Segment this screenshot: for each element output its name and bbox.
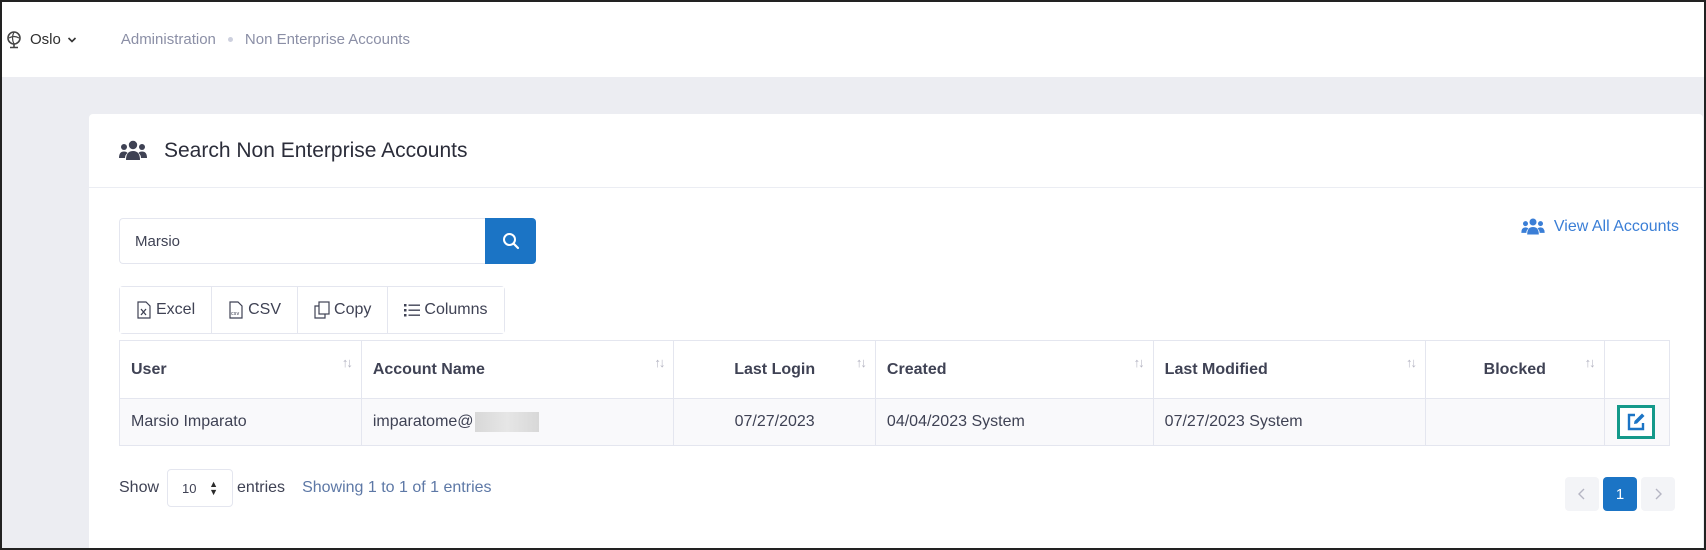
edit-button[interactable]: [1616, 405, 1655, 439]
csv-button[interactable]: csv CSV: [212, 287, 299, 333]
table-info: Showing 1 to 1 of 1 entries: [302, 479, 492, 496]
breadcrumb: Administration Non Enterprise Accounts: [121, 31, 410, 48]
column-header-last-login[interactable]: Last Login ↑↓: [673, 340, 876, 399]
column-header-created[interactable]: Created ↑↓: [874, 340, 1154, 399]
sort-icon: ↑↓: [855, 355, 867, 370]
export-toolbar: Excel csv CSV Copy Columns: [119, 286, 505, 334]
cell-last-modified: 07/27/2023 System: [1152, 398, 1426, 446]
search-button[interactable]: [485, 218, 536, 264]
view-all-label: View All Accounts: [1553, 218, 1679, 235]
columns-button[interactable]: Columns: [388, 287, 504, 333]
cell-actions: [1603, 398, 1671, 446]
accounts-table: User ↑↓ Account Name ↑↓ Last Login ↑↓ Creat…: [119, 340, 1671, 446]
copy-label: Copy: [334, 301, 372, 318]
users-icon: [1521, 218, 1545, 235]
globe-icon: [7, 30, 21, 48]
excel-label: Excel: [156, 301, 196, 318]
app-window: Oslo Administration Non Enterprise Accou…: [0, 0, 1706, 550]
search-card: Search Non Enterprise Accounts View All …: [89, 114, 1703, 548]
sort-icon: ↑↓: [341, 355, 353, 370]
copy-button[interactable]: Copy: [298, 287, 389, 333]
pagination: 1: [1561, 477, 1675, 511]
sort-icon: ↑↓: [1405, 355, 1417, 370]
chevron-down-icon: [67, 36, 76, 43]
page-button-current[interactable]: 1: [1603, 477, 1637, 511]
svg-text:csv: csv: [231, 311, 239, 317]
account-name-text: imparatome@: [372, 413, 474, 431]
table-row: Marsio Imparato imparatome@ 07/27/2023 0…: [119, 398, 1671, 446]
csv-label: CSV: [248, 301, 282, 318]
column-header-account-name[interactable]: Account Name ↑↓: [360, 340, 675, 399]
csv-file-icon: csv: [229, 301, 243, 319]
page-length-select[interactable]: 10 ▲ ▼: [167, 469, 234, 507]
next-page-button[interactable]: [1641, 477, 1675, 511]
chevron-right-icon: [1655, 488, 1662, 500]
top-bar: Oslo Administration Non Enterprise Accou…: [2, 2, 1704, 77]
column-header-user[interactable]: User ↑↓: [119, 340, 362, 399]
breadcrumb-administration[interactable]: Administration: [121, 31, 216, 48]
search-group: [119, 218, 536, 264]
column-header-blocked[interactable]: Blocked ↑↓: [1424, 340, 1605, 399]
location-label: Oslo: [30, 31, 61, 48]
sort-icon: ↑↓: [1584, 355, 1596, 370]
edit-icon: [1627, 413, 1645, 431]
location-selector[interactable]: Oslo: [6, 30, 77, 49]
view-all-accounts-link[interactable]: View All Accounts: [1521, 217, 1679, 237]
table-footer: Show 10 ▲ ▼ entries Showing 1 to 1 of 1 e…: [119, 469, 492, 507]
breadcrumb-current: Non Enterprise Accounts: [244, 31, 410, 48]
sort-icon: ↑↓: [1133, 355, 1145, 370]
chevron-left-icon: [1578, 488, 1585, 500]
breadcrumb-separator: [227, 37, 233, 42]
cell-created: 04/04/2023 System: [874, 398, 1154, 446]
select-arrows-icon: ▲ ▼: [209, 479, 219, 497]
search-input[interactable]: [119, 218, 485, 264]
copy-icon: [314, 301, 330, 319]
page-title: Search Non Enterprise Accounts: [164, 138, 468, 162]
users-icon: [119, 140, 147, 160]
table-header-row: User ↑↓ Account Name ↑↓ Last Login ↑↓ Creat…: [119, 340, 1671, 399]
card-header: Search Non Enterprise Accounts: [89, 114, 1703, 188]
cell-user: Marsio Imparato: [119, 398, 362, 446]
show-label: Show: [119, 479, 160, 496]
list-icon: [404, 304, 421, 317]
columns-label: Columns: [424, 301, 488, 318]
column-header-last-modified[interactable]: Last Modified ↑↓: [1152, 340, 1426, 399]
column-header-actions: [1603, 340, 1671, 399]
page-length-value: 10: [182, 480, 197, 496]
cell-account-name: imparatome@: [360, 398, 675, 446]
cell-last-login: 07/27/2023: [673, 398, 876, 446]
search-icon: [502, 233, 519, 250]
redacted-block: [474, 412, 539, 432]
excel-file-icon: [137, 301, 151, 319]
cell-blocked: [1424, 398, 1605, 446]
entries-label: entries: [237, 479, 286, 496]
previous-page-button[interactable]: [1565, 477, 1599, 511]
excel-button[interactable]: Excel: [120, 287, 213, 333]
sort-icon: ↑↓: [654, 355, 665, 370]
